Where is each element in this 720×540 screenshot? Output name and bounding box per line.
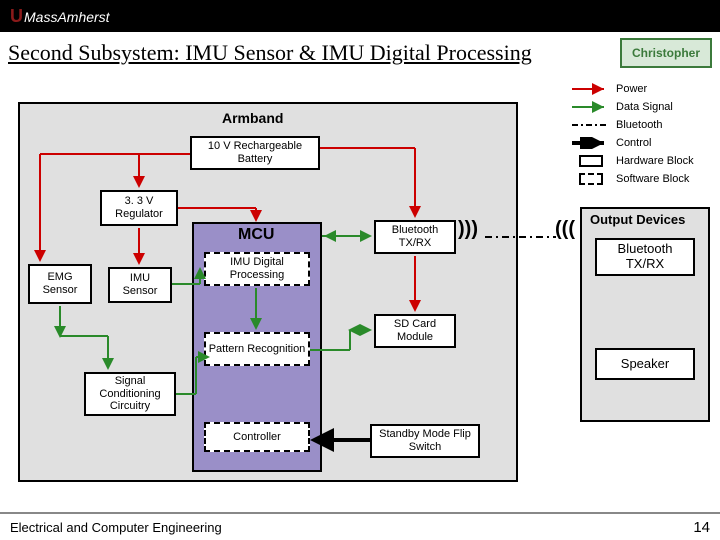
header-bar: UMassAmherst [0,0,720,32]
umass-logo: UMassAmherst [10,6,110,27]
umass-u-icon: U [10,6,23,26]
footer-dept: Electrical and Computer Engineering [10,520,222,535]
page-number: 14 [693,519,710,536]
author-badge: Christopher [620,38,712,68]
title-row: Second Subsystem: IMU Sensor & IMU Digit… [0,32,720,72]
umass-text: MassAmherst [24,9,110,25]
diagram-canvas: Power Data Signal Bluetooth Control Hard… [0,72,720,507]
slide-title: Second Subsystem: IMU Sensor & IMU Digit… [8,40,620,66]
footer: Electrical and Computer Engineering 14 [0,512,720,540]
arrows-layer [0,72,720,507]
